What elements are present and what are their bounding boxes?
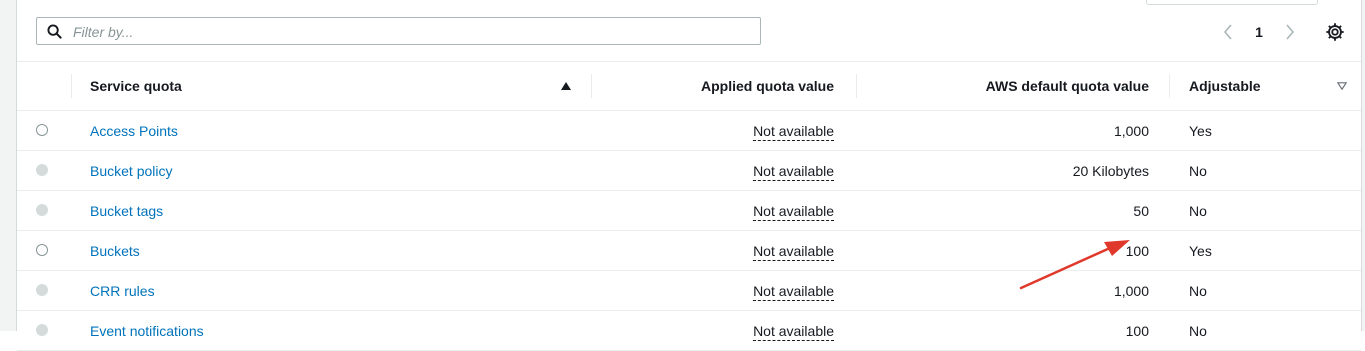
table-row: Bucket policy Not available 20 Kilobytes… — [17, 151, 1361, 191]
adjustable-value: Yes — [1189, 122, 1212, 139]
row-select-radio — [36, 163, 48, 176]
applied-quota-value[interactable]: Not available — [753, 282, 834, 301]
service-quotas-table: Service quota Applied quota value AWS de… — [17, 62, 1361, 351]
pagination: 1 — [1216, 20, 1302, 44]
row-select-radio[interactable] — [36, 243, 48, 256]
applied-quota-value[interactable]: Not available — [753, 162, 834, 181]
chevron-right-icon — [1286, 24, 1295, 40]
default-quota-value: 100 — [1125, 242, 1149, 259]
search-icon — [47, 24, 62, 39]
row-select-radio — [36, 323, 48, 336]
gear-icon — [1326, 23, 1344, 41]
default-quota-value: 1,000 — [1113, 122, 1149, 139]
preferences-button[interactable] — [1324, 21, 1346, 43]
default-quota-value: 1,000 — [1113, 282, 1149, 299]
next-page-button[interactable] — [1278, 20, 1302, 44]
table-header-row: Service quota Applied quota value AWS de… — [17, 62, 1361, 111]
filter-box[interactable] — [36, 17, 761, 45]
row-select-radio[interactable] — [36, 123, 48, 136]
adjustable-value: No — [1189, 162, 1207, 179]
right-panel-edge — [1361, 0, 1365, 331]
row-select-radio — [36, 203, 48, 216]
column-header-aws-default-quota-value[interactable]: AWS default quota value — [856, 62, 1169, 111]
select-column-header — [17, 62, 71, 111]
filter-input[interactable] — [71, 22, 755, 42]
row-select-radio — [36, 283, 48, 296]
column-header-service-quota[interactable]: Service quota — [71, 62, 591, 111]
adjustable-value: No — [1189, 282, 1207, 299]
service-quota-link[interactable]: Buckets — [90, 243, 140, 259]
applied-quota-value[interactable]: Not available — [753, 242, 834, 261]
column-label-aws-default-quota-value: AWS default quota value — [985, 78, 1149, 94]
header-action-button[interactable] — [1146, 0, 1318, 5]
sort-up-icon — [561, 82, 571, 90]
applied-quota-value[interactable]: Not available — [753, 322, 834, 341]
table-row: Buckets Not available 100 Yes — [17, 231, 1361, 271]
table-row: CRR rules Not available 1,000 No — [17, 271, 1361, 311]
applied-quota-value[interactable]: Not available — [753, 122, 834, 141]
column-label-applied-quota-value: Applied quota value — [700, 78, 834, 94]
adjustable-value: No — [1189, 202, 1207, 219]
service-quota-link[interactable]: Bucket tags — [90, 203, 163, 219]
column-label-service-quota: Service quota — [90, 78, 182, 94]
applied-quota-value[interactable]: Not available — [753, 202, 834, 221]
chevron-left-icon — [1223, 24, 1232, 40]
table-row: Bucket tags Not available 50 No — [17, 191, 1361, 231]
column-header-applied-quota-value[interactable]: Applied quota value — [591, 62, 856, 111]
current-page-number[interactable]: 1 — [1240, 24, 1278, 40]
service-quota-link[interactable]: Bucket policy — [90, 163, 172, 179]
service-quota-link[interactable]: Access Points — [90, 123, 178, 139]
left-panel-edge — [0, 0, 17, 331]
column-label-adjustable: Adjustable — [1189, 78, 1261, 94]
service-quota-link[interactable]: CRR rules — [90, 283, 155, 299]
default-quota-value: 50 — [1133, 202, 1149, 219]
previous-page-button[interactable] — [1216, 20, 1240, 44]
filter-down-icon — [1337, 82, 1347, 90]
column-header-adjustable[interactable]: Adjustable — [1169, 62, 1361, 111]
default-quota-value: 20 Kilobytes — [1072, 162, 1149, 179]
table-row: Access Points Not available 1,000 Yes — [17, 111, 1361, 151]
adjustable-value: Yes — [1189, 242, 1212, 259]
